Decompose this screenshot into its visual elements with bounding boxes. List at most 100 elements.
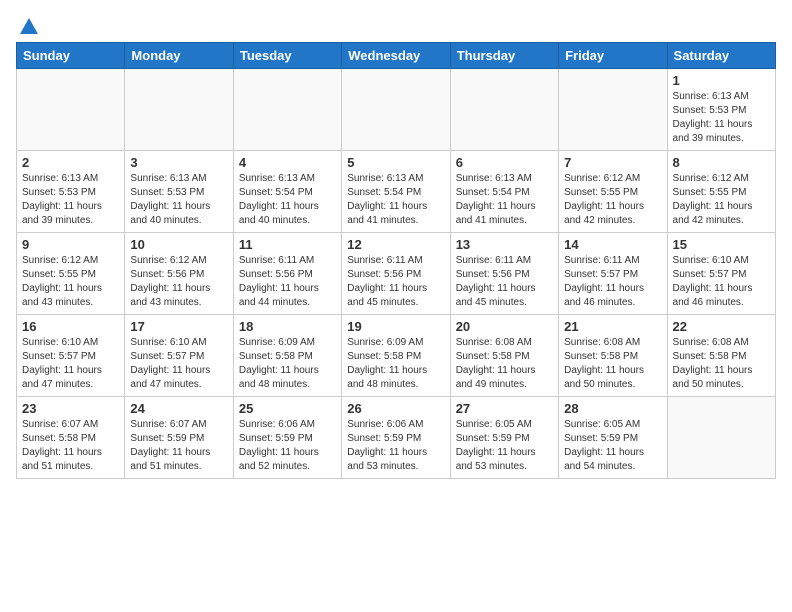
- calendar-cell: 7 Sunrise: 6:12 AM Sunset: 5:55 PM Daylig…: [559, 151, 667, 233]
- day-info: Sunrise: 6:08 AM Sunset: 5:58 PM Dayligh…: [673, 336, 770, 392]
- calendar-cell: 16 Sunrise: 6:10 AM Sunset: 5:57 PM Dayli…: [17, 315, 125, 397]
- weekday-header-friday: Friday: [559, 43, 667, 69]
- day-number: 14: [564, 237, 661, 252]
- calendar-cell: [450, 69, 558, 151]
- day-number: 15: [673, 237, 770, 252]
- day-info: Sunrise: 6:12 AM Sunset: 5:55 PM Dayligh…: [22, 254, 119, 310]
- day-info: Sunrise: 6:05 AM Sunset: 5:59 PM Dayligh…: [456, 418, 553, 474]
- calendar-cell: 24 Sunrise: 6:07 AM Sunset: 5:59 PM Dayli…: [125, 397, 233, 479]
- day-number: 1: [673, 73, 770, 88]
- calendar-week-3: 9 Sunrise: 6:12 AM Sunset: 5:55 PM Daylig…: [17, 233, 776, 315]
- day-info: Sunrise: 6:13 AM Sunset: 5:53 PM Dayligh…: [130, 172, 227, 228]
- day-number: 4: [239, 155, 336, 170]
- weekday-header-saturday: Saturday: [667, 43, 775, 69]
- calendar-cell: 5Sunrise: 6:13 AM Sunset: 5:54 PM Daylig…: [342, 151, 450, 233]
- day-number: 20: [456, 319, 553, 334]
- day-info: Sunrise: 6:13 AM Sunset: 5:54 PM Dayligh…: [239, 172, 336, 228]
- day-number: 3: [130, 155, 227, 170]
- day-number: 26: [347, 401, 444, 416]
- day-info: Sunrise: 6:12 AM Sunset: 5:55 PM Dayligh…: [564, 172, 661, 228]
- day-number: 18: [239, 319, 336, 334]
- calendar-week-2: 2 Sunrise: 6:13 AM Sunset: 5:53 PM Daylig…: [17, 151, 776, 233]
- day-number: 10: [130, 237, 227, 252]
- calendar-cell: 25 Sunrise: 6:06 AM Sunset: 5:59 PM Dayli…: [233, 397, 341, 479]
- weekday-header-monday: Monday: [125, 43, 233, 69]
- calendar-cell: 22 Sunrise: 6:08 AM Sunset: 5:58 PM Dayli…: [667, 315, 775, 397]
- page-header: [16, 16, 776, 34]
- weekday-header-sunday: Sunday: [17, 43, 125, 69]
- calendar-cell: 17Sunrise: 6:10 AM Sunset: 5:57 PM Dayli…: [125, 315, 233, 397]
- day-number: 7: [564, 155, 661, 170]
- day-number: 2: [22, 155, 119, 170]
- calendar-cell: 15 Sunrise: 6:10 AM Sunset: 5:57 PM Dayli…: [667, 233, 775, 315]
- day-info: Sunrise: 6:07 AM Sunset: 5:59 PM Dayligh…: [130, 418, 227, 474]
- calendar-cell: 13 Sunrise: 6:11 AM Sunset: 5:56 PM Dayli…: [450, 233, 558, 315]
- weekday-header-row: SundayMondayTuesdayWednesdayThursdayFrid…: [17, 43, 776, 69]
- calendar-cell: 10Sunrise: 6:12 AM Sunset: 5:56 PM Dayli…: [125, 233, 233, 315]
- day-number: 6: [456, 155, 553, 170]
- calendar-cell: 28 Sunrise: 6:05 AM Sunset: 5:59 PM Dayli…: [559, 397, 667, 479]
- calendar-cell: [233, 69, 341, 151]
- calendar-table: SundayMondayTuesdayWednesdayThursdayFrid…: [16, 42, 776, 479]
- day-number: 23: [22, 401, 119, 416]
- calendar-cell: [125, 69, 233, 151]
- calendar-cell: 20 Sunrise: 6:08 AM Sunset: 5:58 PM Dayli…: [450, 315, 558, 397]
- calendar-cell: 21 Sunrise: 6:08 AM Sunset: 5:58 PM Dayli…: [559, 315, 667, 397]
- calendar-cell: 14Sunrise: 6:11 AM Sunset: 5:57 PM Dayli…: [559, 233, 667, 315]
- day-info: Sunrise: 6:06 AM Sunset: 5:59 PM Dayligh…: [239, 418, 336, 474]
- calendar-week-4: 16 Sunrise: 6:10 AM Sunset: 5:57 PM Dayli…: [17, 315, 776, 397]
- calendar-cell: 1Sunrise: 6:13 AM Sunset: 5:53 PM Daylig…: [667, 69, 775, 151]
- day-info: Sunrise: 6:06 AM Sunset: 5:59 PM Dayligh…: [347, 418, 444, 474]
- day-info: Sunrise: 6:09 AM Sunset: 5:58 PM Dayligh…: [239, 336, 336, 392]
- day-info: Sunrise: 6:10 AM Sunset: 5:57 PM Dayligh…: [673, 254, 770, 310]
- day-number: 28: [564, 401, 661, 416]
- calendar-week-1: 1Sunrise: 6:13 AM Sunset: 5:53 PM Daylig…: [17, 69, 776, 151]
- calendar-cell: 2 Sunrise: 6:13 AM Sunset: 5:53 PM Daylig…: [17, 151, 125, 233]
- calendar-cell: 18 Sunrise: 6:09 AM Sunset: 5:58 PM Dayli…: [233, 315, 341, 397]
- calendar-cell: 6 Sunrise: 6:13 AM Sunset: 5:54 PM Daylig…: [450, 151, 558, 233]
- calendar-cell: 4 Sunrise: 6:13 AM Sunset: 5:54 PM Daylig…: [233, 151, 341, 233]
- calendar-cell: 8 Sunrise: 6:12 AM Sunset: 5:55 PM Daylig…: [667, 151, 775, 233]
- day-info: Sunrise: 6:13 AM Sunset: 5:54 PM Dayligh…: [456, 172, 553, 228]
- day-info: Sunrise: 6:08 AM Sunset: 5:58 PM Dayligh…: [564, 336, 661, 392]
- day-number: 21: [564, 319, 661, 334]
- day-number: 22: [673, 319, 770, 334]
- calendar-cell: 26 Sunrise: 6:06 AM Sunset: 5:59 PM Dayli…: [342, 397, 450, 479]
- day-info: Sunrise: 6:09 AM Sunset: 5:58 PM Dayligh…: [347, 336, 444, 392]
- day-number: 27: [456, 401, 553, 416]
- day-number: 8: [673, 155, 770, 170]
- day-info: Sunrise: 6:11 AM Sunset: 5:56 PM Dayligh…: [239, 254, 336, 310]
- calendar-cell: 11 Sunrise: 6:11 AM Sunset: 5:56 PM Dayli…: [233, 233, 341, 315]
- day-info: Sunrise: 6:11 AM Sunset: 5:56 PM Dayligh…: [347, 254, 444, 310]
- day-info: Sunrise: 6:08 AM Sunset: 5:58 PM Dayligh…: [456, 336, 553, 392]
- day-info: Sunrise: 6:07 AM Sunset: 5:58 PM Dayligh…: [22, 418, 119, 474]
- calendar-cell: [667, 397, 775, 479]
- day-number: 5: [347, 155, 444, 170]
- day-number: 11: [239, 237, 336, 252]
- day-info: Sunrise: 6:11 AM Sunset: 5:56 PM Dayligh…: [456, 254, 553, 310]
- weekday-header-thursday: Thursday: [450, 43, 558, 69]
- calendar-week-5: 23 Sunrise: 6:07 AM Sunset: 5:58 PM Dayli…: [17, 397, 776, 479]
- logo: [16, 16, 40, 34]
- day-number: 12: [347, 237, 444, 252]
- calendar-cell: [342, 69, 450, 151]
- day-info: Sunrise: 6:05 AM Sunset: 5:59 PM Dayligh…: [564, 418, 661, 474]
- day-info: Sunrise: 6:12 AM Sunset: 5:55 PM Dayligh…: [673, 172, 770, 228]
- day-number: 9: [22, 237, 119, 252]
- logo-icon: [18, 16, 40, 38]
- calendar-cell: 23 Sunrise: 6:07 AM Sunset: 5:58 PM Dayli…: [17, 397, 125, 479]
- day-info: Sunrise: 6:13 AM Sunset: 5:53 PM Dayligh…: [22, 172, 119, 228]
- day-number: 16: [22, 319, 119, 334]
- day-number: 25: [239, 401, 336, 416]
- calendar-cell: [17, 69, 125, 151]
- calendar-cell: 3 Sunrise: 6:13 AM Sunset: 5:53 PM Daylig…: [125, 151, 233, 233]
- day-number: 19: [347, 319, 444, 334]
- day-info: Sunrise: 6:10 AM Sunset: 5:57 PM Dayligh…: [22, 336, 119, 392]
- calendar-cell: 9 Sunrise: 6:12 AM Sunset: 5:55 PM Daylig…: [17, 233, 125, 315]
- calendar-cell: [559, 69, 667, 151]
- day-info: Sunrise: 6:10 AM Sunset: 5:57 PM Dayligh…: [130, 336, 227, 392]
- day-number: 24: [130, 401, 227, 416]
- weekday-header-wednesday: Wednesday: [342, 43, 450, 69]
- day-number: 13: [456, 237, 553, 252]
- calendar-cell: 27 Sunrise: 6:05 AM Sunset: 5:59 PM Dayli…: [450, 397, 558, 479]
